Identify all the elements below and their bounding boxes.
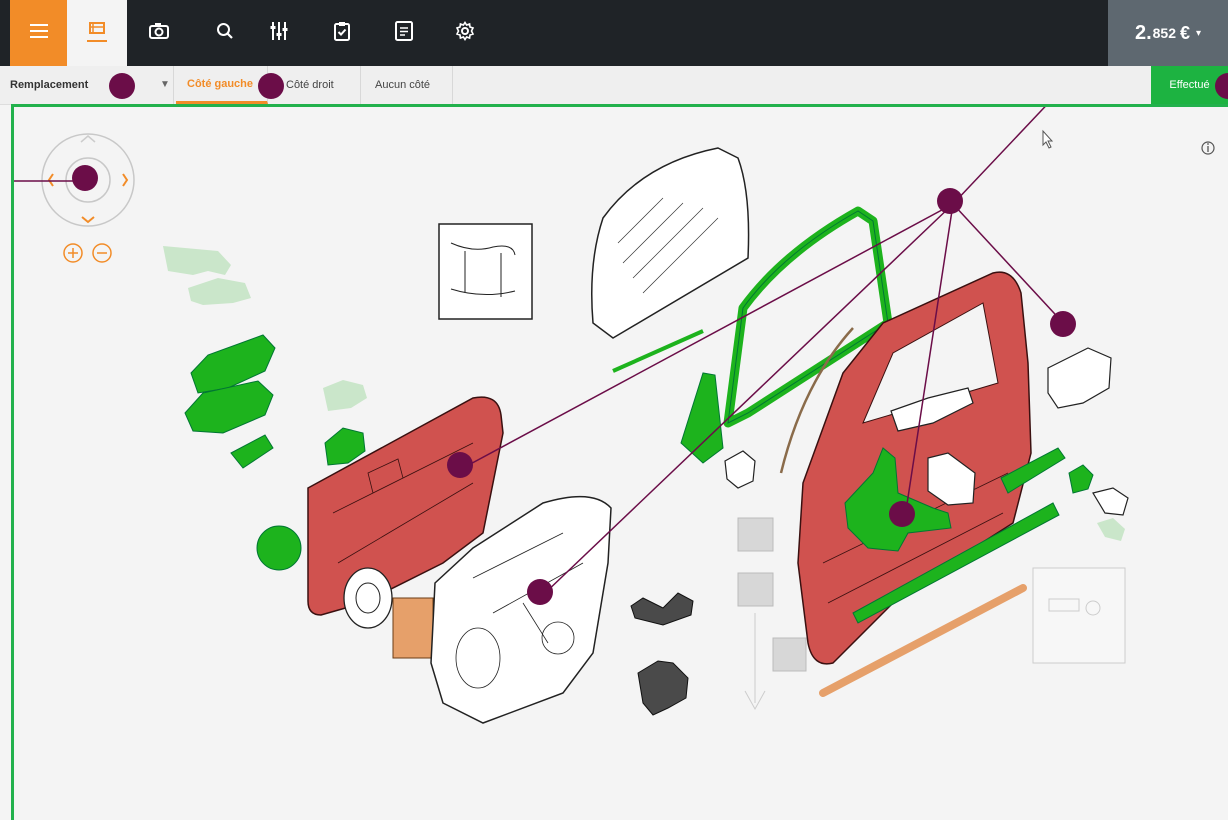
wiring-harness-part[interactable]: [438, 223, 533, 320]
info-icon[interactable]: [1201, 141, 1215, 155]
annotation-marker: [447, 452, 473, 478]
menu-icon: [29, 23, 48, 43]
top-toolbar: 2. 852 € ▾: [0, 0, 1228, 66]
clipboard-check-icon: [334, 21, 350, 46]
glass-run-strip[interactable]: [612, 329, 704, 373]
annotation-marker: [889, 501, 915, 527]
price-currency: €: [1180, 22, 1191, 43]
sliders-icon: [270, 21, 288, 46]
camera-icon: [149, 22, 169, 45]
zoom-out-icon[interactable]: [92, 243, 112, 263]
annotation-marker: [258, 73, 284, 99]
annotation-marker: [937, 188, 963, 214]
clipboard-button[interactable]: [322, 0, 362, 66]
striker-parts[interactable]: [1047, 347, 1129, 516]
side-selector-bar: Remplacement ▼ Côté gauche Côté droit Au…: [0, 66, 1228, 105]
settings-button[interactable]: [445, 0, 485, 66]
parts-diagram-panel: [11, 104, 1228, 820]
annotation-marker: [109, 73, 135, 99]
search-button[interactable]: [205, 0, 245, 66]
settings-icon: [455, 20, 475, 46]
total-price-dropdown[interactable]: 2. 852 € ▾: [1108, 0, 1228, 66]
repair-mode-value: Remplacement: [10, 79, 89, 91]
caret-down-icon: ▼: [160, 79, 170, 90]
tab-left-side[interactable]: Côté gauche: [176, 66, 268, 104]
zoom-in-icon[interactable]: [63, 243, 83, 263]
annotation-marker: [1050, 311, 1076, 337]
price-main: 2.: [1134, 21, 1152, 44]
sliders-button[interactable]: [259, 0, 299, 66]
mouse-cursor-icon: [1042, 129, 1054, 149]
door-glass[interactable]: [591, 147, 750, 339]
hinge-part[interactable]: [724, 450, 756, 489]
exploded-door-diagram: [14, 107, 1215, 724]
invoice-icon: [395, 20, 413, 46]
lock-bracket-parts[interactable]: [630, 592, 694, 716]
faded-lock-box: [1032, 567, 1126, 664]
speaker-part[interactable]: [343, 567, 393, 629]
orange-bracket[interactable]: [392, 597, 434, 659]
tab-no-side[interactable]: Aucun côté: [361, 66, 453, 104]
price-decimals: 852: [1152, 25, 1176, 41]
annotation-marker: [527, 579, 553, 605]
caret-down-icon: ▾: [1196, 27, 1202, 39]
repair-mode-select[interactable]: Remplacement ▼: [10, 66, 174, 104]
search-icon: [216, 22, 234, 45]
car-parts-icon: [85, 18, 109, 49]
car-parts-button[interactable]: [67, 0, 127, 66]
invoice-button[interactable]: [384, 0, 424, 66]
menu-button[interactable]: [10, 0, 67, 66]
camera-button[interactable]: [139, 0, 179, 66]
annotation-marker: [72, 165, 98, 191]
faded-clips: [737, 517, 807, 711]
